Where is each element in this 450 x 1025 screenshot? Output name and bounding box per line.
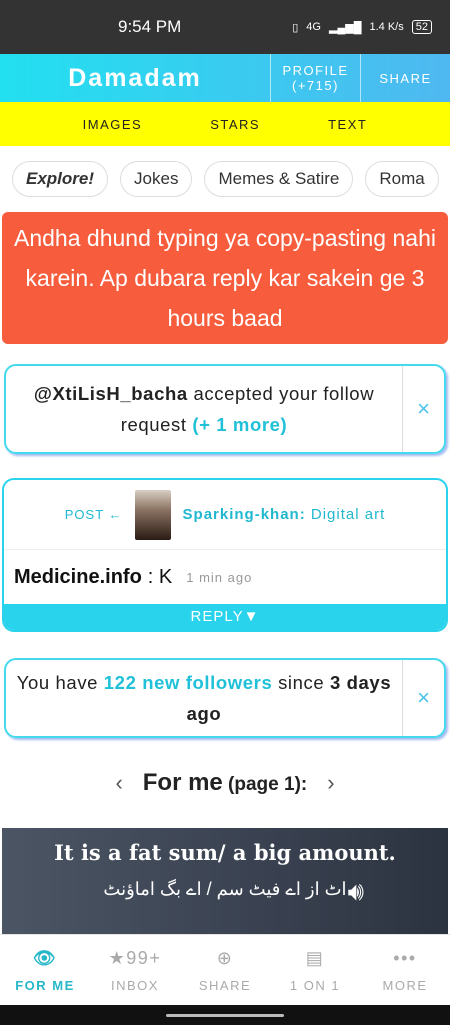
star-icon: ★99+ bbox=[108, 947, 162, 968]
follow-user[interactable]: @XtiLisH_bacha bbox=[34, 383, 188, 404]
feed-page: (page 1): bbox=[222, 774, 308, 795]
image-post[interactable]: It is a fat sum/ a big amount. اٹ از اے … bbox=[2, 828, 448, 936]
profile-count: (+715) bbox=[292, 78, 339, 93]
share-button[interactable]: SHARE bbox=[360, 54, 450, 102]
more-dots-icon: ••• bbox=[393, 947, 417, 968]
nav-for-me-label: FOR ME bbox=[15, 977, 75, 993]
followers-notification[interactable]: You have 122 new followers since 3 days … bbox=[4, 658, 446, 738]
prev-page-icon[interactable]: ‹ bbox=[115, 770, 122, 796]
chip-jokes[interactable]: Jokes bbox=[120, 161, 193, 197]
battery-icon: 52 bbox=[411, 20, 432, 34]
signal-icon: ▂▄▆█ bbox=[328, 21, 362, 34]
app-header: Damadam PROFILE (+715) SHARE bbox=[0, 54, 450, 102]
nav-1on1-label: 1 ON 1 bbox=[289, 977, 341, 993]
nav-for-me[interactable]: 👁 FOR ME bbox=[0, 935, 90, 1005]
nav-more[interactable]: ••• MORE bbox=[360, 935, 450, 1005]
chip-romance[interactable]: Roma bbox=[365, 161, 439, 197]
status-bar: 9:54 PM ▯ 4G ▂▄▆█ 1.4 K/s 52 bbox=[0, 0, 450, 54]
commenter-name[interactable]: Medicine.info bbox=[14, 566, 142, 589]
image-post-urdu: اٹ از اے فیٹ سم / اے بگ اماؤنٹ bbox=[103, 879, 347, 899]
followers-pre: You have bbox=[16, 672, 104, 693]
feed-pagination: ‹ For me (page 1): › bbox=[0, 738, 450, 828]
image-post-title: It is a fat sum/ a big amount. bbox=[54, 840, 396, 865]
chip-memes[interactable]: Memes & Satire bbox=[204, 161, 354, 197]
follow-notification[interactable]: @XtiLisH_bacha accepted your follow requ… bbox=[4, 364, 446, 454]
followers-mid: since bbox=[272, 672, 331, 693]
nav-inbox[interactable]: ★99+ INBOX bbox=[90, 935, 180, 1005]
followers-count[interactable]: 122 new followers bbox=[104, 672, 273, 693]
post-category: Digital art bbox=[305, 506, 386, 523]
close-icon[interactable]: × bbox=[402, 366, 444, 452]
comment-row: Medicine.info : K 1 min ago bbox=[4, 550, 446, 604]
follow-notification-text: @XtiLisH_bacha accepted your follow requ… bbox=[6, 366, 402, 452]
comment-time: 1 min ago bbox=[186, 569, 253, 585]
plus-circle-icon: ⊕ bbox=[216, 947, 234, 968]
subnav-stars[interactable]: STARS bbox=[176, 117, 294, 132]
comment-text: : K bbox=[147, 565, 173, 588]
vibrate-icon: ▯ bbox=[292, 21, 299, 34]
feed-title: For me (page 1): bbox=[143, 769, 307, 797]
nav-more-label: MORE bbox=[382, 977, 428, 993]
nav-share-label: SHARE bbox=[198, 977, 252, 993]
post-header[interactable]: POST ← Sparking-khan: Digital art bbox=[4, 480, 446, 550]
followers-notification-text: You have 122 new followers since 3 days … bbox=[6, 660, 402, 736]
chip-explore[interactable]: Explore! bbox=[12, 161, 109, 197]
post-card: POST ← Sparking-khan: Digital art Medici… bbox=[2, 478, 448, 632]
warning-banner: Andha dhund typing ya copy-pasting nahi … bbox=[2, 212, 448, 344]
chat-icon: ▤ bbox=[305, 947, 325, 968]
profile-button[interactable]: PROFILE (+715) bbox=[270, 54, 360, 102]
reply-button[interactable]: REPLY▼ bbox=[4, 604, 446, 630]
follow-more-link[interactable]: (+ 1 more) bbox=[192, 414, 287, 435]
topic-chips: Explore! Jokes Memes & Satire Roma bbox=[0, 146, 450, 212]
gesture-handle[interactable] bbox=[166, 1013, 284, 1017]
feed-title-text: For me bbox=[142, 769, 223, 796]
subnav-images[interactable]: IMAGES bbox=[49, 117, 177, 132]
system-gesture-bar bbox=[0, 1005, 450, 1025]
bottom-navigation: 👁 FOR ME ★99+ INBOX ⊕ SHARE ▤ 1 ON 1 •••… bbox=[0, 934, 450, 1005]
nav-inbox-label: INBOX bbox=[111, 977, 159, 993]
post-author[interactable]: Sparking-khan: bbox=[183, 506, 306, 523]
speaker-icon[interactable]: 🔊︎ bbox=[348, 876, 364, 908]
eye-icon: 👁 bbox=[32, 947, 58, 968]
post-thumbnail[interactable] bbox=[134, 489, 171, 540]
network-label: 4G bbox=[306, 21, 321, 33]
nav-1on1[interactable]: ▤ 1 ON 1 bbox=[270, 935, 360, 1005]
status-time: 9:54 PM bbox=[118, 17, 182, 36]
status-icons: ▯ 4G ▂▄▆█ 1.4 K/s 52 bbox=[292, 20, 432, 34]
nav-share[interactable]: ⊕ SHARE bbox=[180, 935, 270, 1005]
close-icon[interactable]: × bbox=[402, 660, 444, 736]
net-speed: 1.4 K/s bbox=[369, 21, 404, 33]
next-page-icon[interactable]: › bbox=[327, 770, 334, 796]
subnav-text[interactable]: TEXT bbox=[294, 117, 401, 132]
profile-label: PROFILE bbox=[282, 63, 349, 78]
post-label: POST ← bbox=[64, 507, 123, 522]
sub-navigation: IMAGES STARS TEXT bbox=[0, 102, 450, 146]
brand-logo[interactable]: Damadam bbox=[0, 54, 270, 102]
